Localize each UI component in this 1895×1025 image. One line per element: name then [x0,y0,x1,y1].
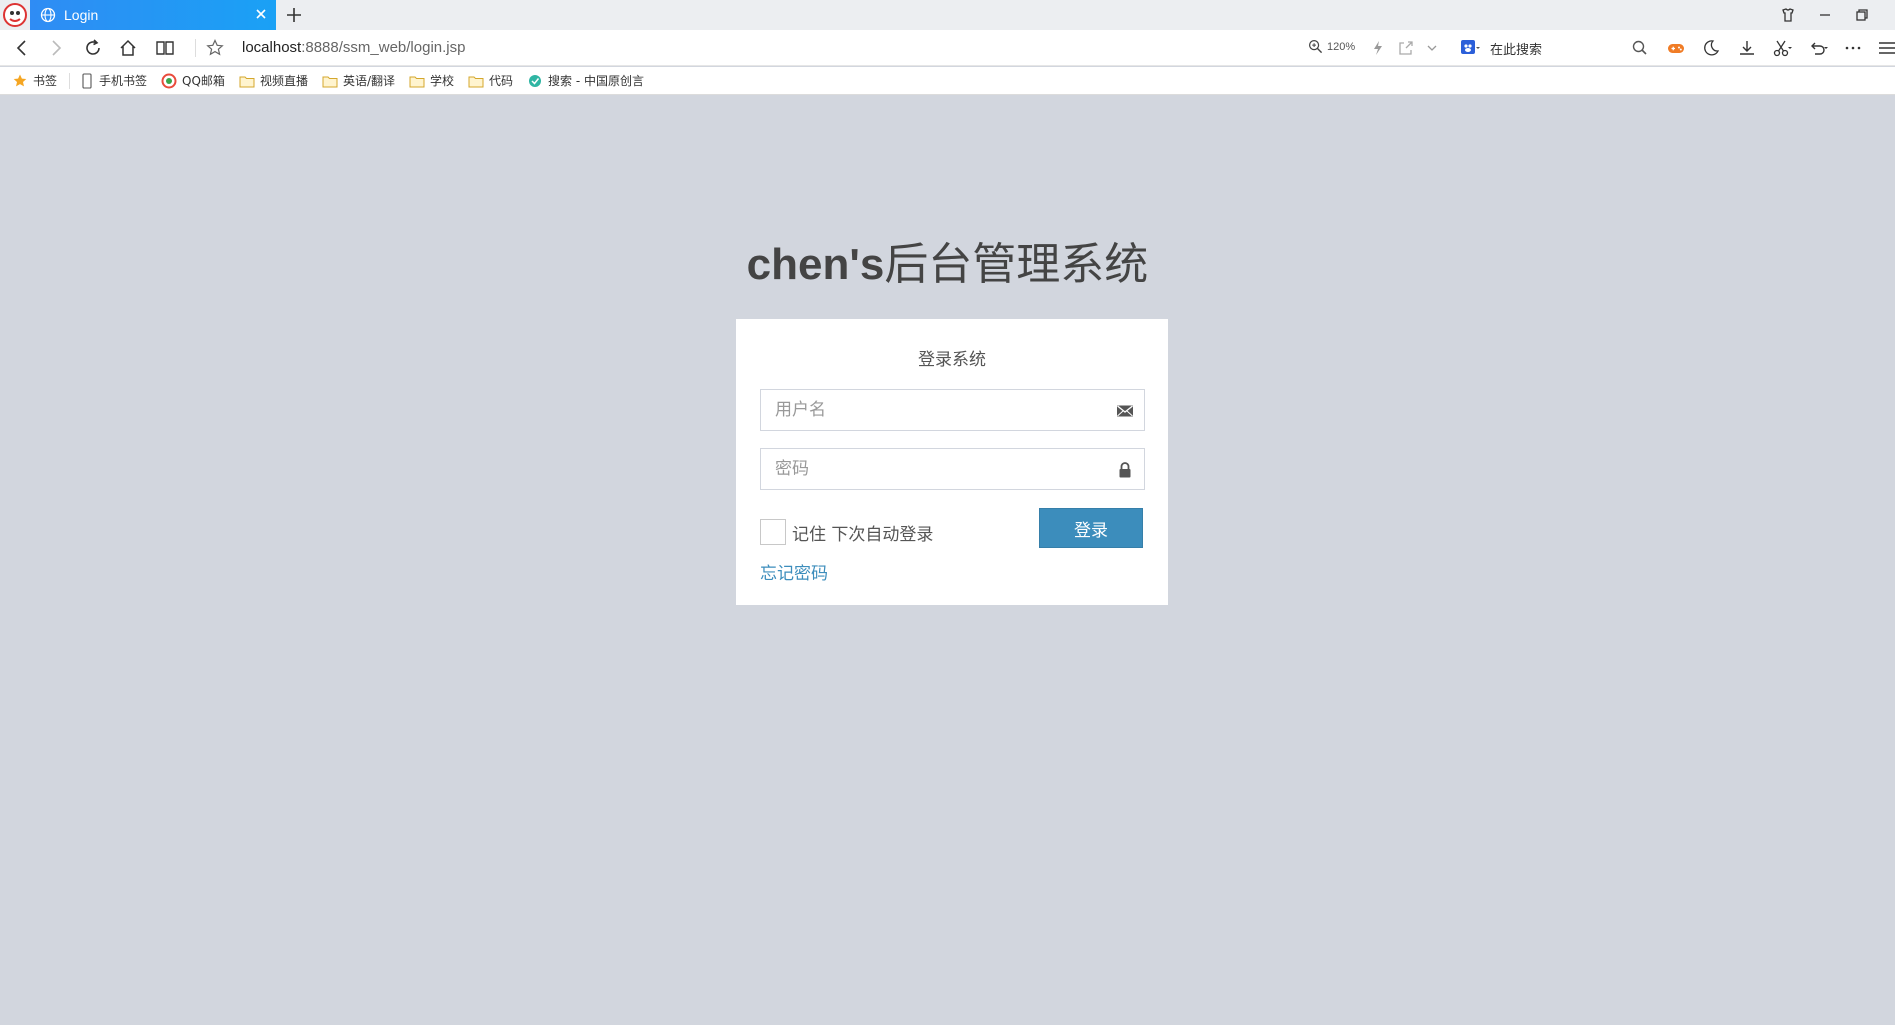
new-tab-icon[interactable] [283,4,305,26]
menu-icon[interactable] [1877,38,1895,58]
address-bar: localhost:8888/ssm_web/login.jsp 120% 在此… [0,30,1895,66]
bookmark-label: 视频直播 [259,74,308,88]
bookmark-item[interactable]: 书签 [12,72,57,89]
bookmark-label: 代码 [489,74,514,88]
username-input[interactable] [761,390,1144,430]
scissors-icon[interactable] [1772,38,1792,58]
search-placeholder: 在此搜索 [1490,42,1543,58]
bookmark-item[interactable]: 手机书签 [80,72,147,89]
home-icon[interactable] [118,38,138,58]
zoom-control[interactable]: 120% [1308,39,1355,54]
password-field [760,448,1145,490]
folder-icon [239,76,255,87]
reload-icon[interactable] [83,38,103,58]
skin-icon[interactable] [1778,5,1798,25]
download-icon[interactable] [1737,38,1757,58]
logo-text: 后台管理系统 [884,240,1149,289]
reader-icon[interactable] [155,38,175,58]
zoom-level: 120% [1327,40,1356,53]
bookmark-item[interactable]: 搜索 - 中国原创言 [527,72,644,89]
username-field [760,389,1145,431]
close-icon[interactable] [252,5,270,23]
remember-label: 记住 下次自动登录 [792,524,934,545]
bookmark-label: 搜索 - 中国原创言 [548,74,644,88]
logo-bold-text: chen's [746,240,885,289]
folder-icon [322,76,338,87]
site-icon [529,74,542,87]
globe-icon [40,7,56,23]
divider [69,72,71,89]
remember-checkbox[interactable] [760,519,786,545]
bookmark-folder[interactable]: 英语/翻译 [322,72,395,89]
star-icon [13,74,27,86]
folder-icon [409,76,425,87]
login-button[interactable]: 登录 [1039,508,1143,548]
bookmark-label: QQ邮箱 [182,74,225,88]
tab-bar: Login [0,0,1895,30]
more-icon[interactable] [1843,38,1863,58]
qq-mail-icon [161,73,177,88]
forgot-password-link[interactable]: 忘记密码 [760,559,828,584]
back-icon[interactable] [12,38,32,58]
bookmark-folder[interactable]: 视频直播 [239,72,308,89]
chevron-down-icon[interactable] [1422,38,1442,58]
phone-icon [82,72,92,89]
tab-title: Login [64,7,99,23]
search-box[interactable]: 在此搜索 [1460,37,1696,59]
baidu-icon[interactable] [1460,39,1480,57]
lock-icon [1119,462,1131,478]
forward-icon[interactable] [46,38,66,58]
restore-icon[interactable] [1852,5,1872,25]
game-controller-icon[interactable] [1666,38,1686,58]
zoom-icon [1308,39,1323,54]
tab-login[interactable]: Login [30,0,276,30]
share-icon[interactable] [1396,38,1416,58]
envelope-icon [1117,405,1133,417]
remember-me: 记住 下次自动登录 [760,519,933,545]
password-input[interactable] [761,449,1144,489]
login-box: 登录系统 记住 下次自动登录 登录 忘记密码 [736,319,1168,605]
page-title: chen's后台管理系统 [0,228,1895,292]
bookmark-item[interactable]: QQ邮箱 [161,72,225,89]
bookmark-folder[interactable]: 学校 [409,72,454,89]
folder-icon [468,76,484,87]
browser-logo-icon[interactable] [2,2,28,28]
lightning-icon[interactable] [1368,38,1388,58]
star-icon[interactable] [205,38,225,58]
bookmark-folder[interactable]: 代码 [468,72,513,89]
bookmark-label: 书签 [33,74,58,88]
undo-icon[interactable] [1808,38,1828,58]
login-box-message: 登录系统 [918,350,986,370]
search-icon[interactable] [1630,38,1650,58]
url-field[interactable]: localhost:8888/ssm_web/login.jsp [242,39,465,56]
minimize-icon[interactable] [1815,5,1835,25]
bookmark-label: 学校 [430,74,455,88]
bookmark-label: 手机书签 [99,74,148,88]
bookmark-label: 英语/翻译 [342,74,395,88]
bookmarks-bar: 书签 手机书签 QQ邮箱 视频直播 英语/翻译 学校 代码 搜索 - 中国原创言 [0,67,1895,95]
night-mode-icon[interactable] [1701,38,1721,58]
divider [195,39,196,57]
